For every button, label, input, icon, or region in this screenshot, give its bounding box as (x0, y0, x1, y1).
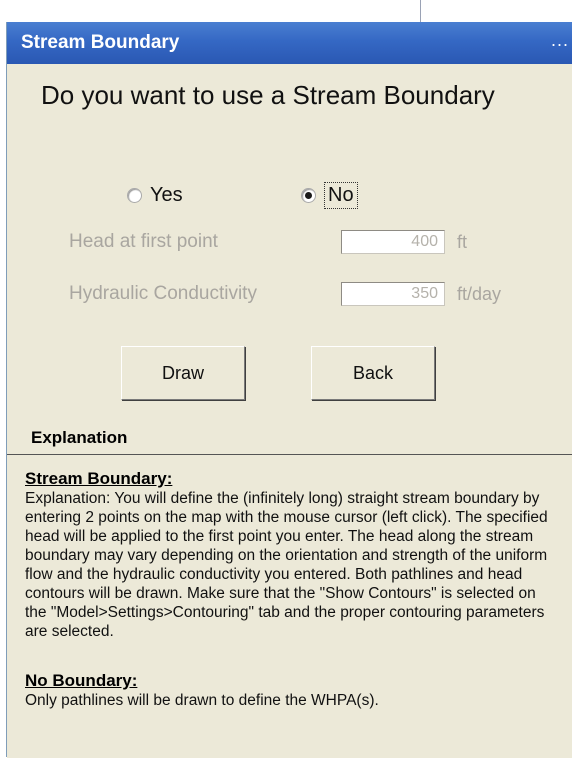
conductivity-input[interactable]: 350 (341, 282, 445, 306)
title-overflow-indicator: ... (550, 30, 569, 50)
conductivity-field-row: Hydraulic Conductivity 350 ft/day (69, 280, 501, 308)
head-unit: ft (457, 231, 468, 252)
explanation-panel: Stream Boundary: Explanation: You will d… (7, 454, 572, 758)
radio-no-circle[interactable] (301, 187, 316, 203)
head-input[interactable]: 400 (341, 230, 445, 254)
radio-yes[interactable]: Yes (127, 180, 183, 210)
background-divider (420, 0, 421, 22)
background-window-strip (0, 0, 572, 22)
radio-yes-circle[interactable] (127, 187, 142, 203)
head-field-label: Head at first point (69, 231, 218, 252)
draw-button[interactable]: Draw (121, 346, 245, 400)
radio-no[interactable]: No (301, 180, 358, 210)
stream-boundary-text: Explanation: You will define the (infini… (25, 490, 548, 640)
question-text: Do you want to use a Stream Boundary (41, 80, 495, 110)
explanation-section-title: Explanation (31, 428, 128, 447)
radio-yes-label[interactable]: Yes (150, 184, 183, 207)
radio-selected-dot (305, 191, 312, 199)
no-boundary-text: Only pathlines will be drawn to define t… (25, 692, 379, 709)
head-field-row: Head at first point 400 ft (69, 228, 467, 256)
stream-boundary-dialog: Stream Boundary ... Do you want to use a… (6, 22, 572, 758)
no-boundary-heading: No Boundary: (25, 671, 138, 690)
window-title: Stream Boundary (21, 32, 180, 53)
radio-no-label[interactable]: No (324, 181, 358, 209)
stream-boundary-heading: Stream Boundary: (25, 469, 173, 488)
back-button[interactable]: Back (311, 346, 435, 400)
conductivity-field-label: Hydraulic Conductivity (69, 283, 257, 304)
title-bar[interactable]: Stream Boundary ... (7, 22, 572, 64)
conductivity-unit: ft/day (457, 283, 502, 304)
